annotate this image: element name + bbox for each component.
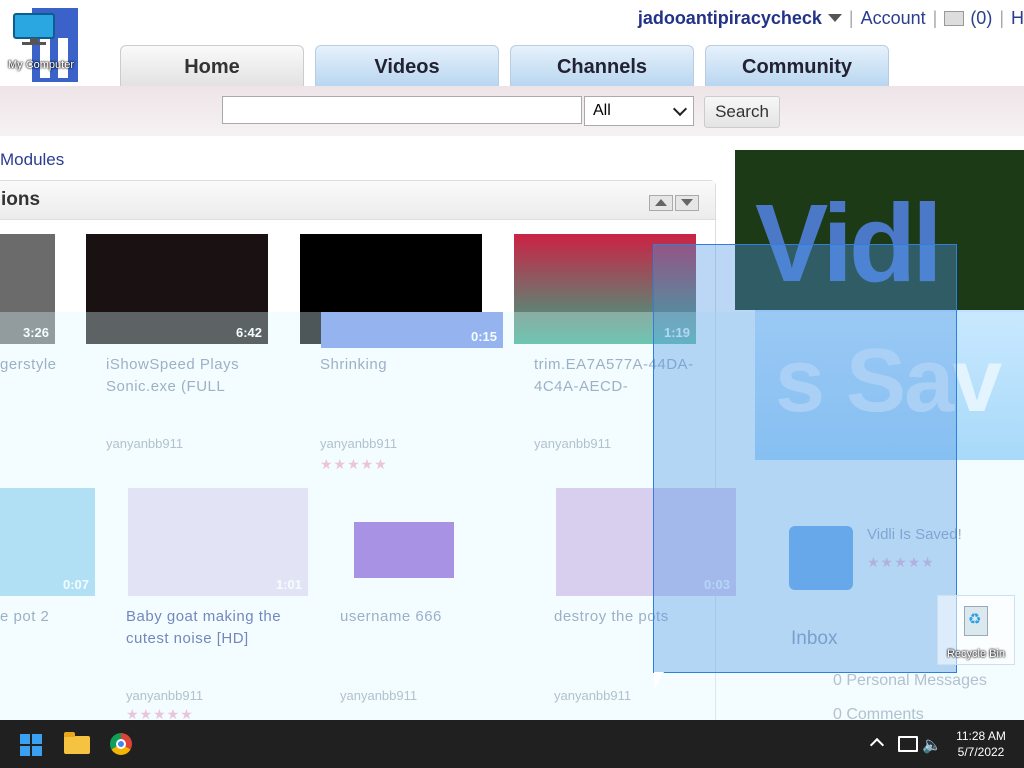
search-input[interactable] xyxy=(222,96,582,124)
personal-messages-link[interactable]: 0 Personal Messages xyxy=(833,672,987,690)
video-thumbnail[interactable]: 6:42 xyxy=(86,234,268,344)
arrow-up-icon xyxy=(655,199,667,206)
recycle-bin-label: Recycle Bin xyxy=(946,648,1006,660)
mail-icon[interactable] xyxy=(944,10,965,26)
username-link[interactable]: jadooantipiracycheck xyxy=(638,8,822,29)
recycle-bin-desktop-icon[interactable]: ♻ Recycle Bin xyxy=(937,595,1015,665)
modules-link[interactable]: Modules xyxy=(0,150,64,170)
video-thumbnail[interactable]: 0:07 xyxy=(0,488,95,596)
my-computer-label: My Computer xyxy=(7,59,75,71)
file-explorer-icon[interactable] xyxy=(64,732,90,754)
chevron-down-icon[interactable] xyxy=(827,14,842,22)
account-link[interactable]: Account xyxy=(861,8,926,29)
video-uploader-link[interactable]: yanyanbb911 xyxy=(534,436,611,451)
video-title-link[interactable]: Shrinking xyxy=(320,354,510,376)
system-clock[interactable]: 11:28 AM 5/7/2022 xyxy=(948,728,1014,760)
recycle-arrows-icon: ♻ xyxy=(968,611,982,628)
video-uploader-link[interactable]: yanyanbb911 xyxy=(340,688,417,703)
collapse-up-button[interactable] xyxy=(649,195,673,211)
video-thumbnail-bar: 0:15 xyxy=(321,312,503,348)
search-scope-value: All xyxy=(593,102,611,119)
chevron-down-icon xyxy=(672,101,688,117)
tab-home[interactable]: Home xyxy=(120,45,304,87)
video-duration: 3:26 xyxy=(22,325,49,340)
windows-logo-icon xyxy=(20,734,30,744)
video-uploader-link[interactable]: yanyanbb911 xyxy=(126,688,203,703)
video-thumbnail[interactable]: 1:01 xyxy=(128,488,308,596)
user-bar: jadooantipiracycheck | Account | (0) | H xyxy=(638,6,1024,30)
video-duration: 1:01 xyxy=(275,577,302,592)
search-bar: All Search xyxy=(0,86,1024,136)
video-title-link[interactable]: Baby goat making the cutest noise [HD] xyxy=(126,606,316,650)
collapse-down-button[interactable] xyxy=(675,195,699,211)
main-nav: Home Videos Channels Community xyxy=(120,45,889,87)
inbox-count[interactable]: (0) xyxy=(970,8,992,29)
search-scope-select[interactable]: All xyxy=(584,96,694,126)
rating-stars: ★★★★★ xyxy=(320,456,388,472)
video-uploader-link[interactable]: yanyanbb911 xyxy=(554,688,631,703)
video-title-link[interactable]: username 666 xyxy=(340,606,530,628)
comments-link[interactable]: 0 Comments xyxy=(833,706,924,720)
video-title-link[interactable]: iShowSpeed Plays Sonic.exe (FULL xyxy=(106,354,286,398)
chevron-up-icon[interactable] xyxy=(869,737,885,753)
chrome-icon[interactable] xyxy=(110,733,132,755)
help-link[interactable]: H xyxy=(1011,8,1024,29)
arrow-down-icon xyxy=(681,199,693,206)
mouse-cursor-icon xyxy=(654,672,664,690)
tab-videos[interactable]: Videos xyxy=(315,45,499,87)
windows-logo-icon xyxy=(32,734,42,744)
panel-header xyxy=(0,181,715,220)
clock-date: 5/7/2022 xyxy=(957,745,1005,759)
rating-stars: ★★★★★ xyxy=(126,706,194,720)
video-uploader-link[interactable]: yanyanbb911 xyxy=(320,436,397,451)
clock-time: 11:28 AM xyxy=(956,729,1006,743)
video-duration: 6:42 xyxy=(235,325,262,340)
video-thumbnail[interactable]: 3:26 xyxy=(0,234,55,344)
monitor-icon xyxy=(13,13,55,45)
start-button[interactable] xyxy=(20,734,42,756)
my-computer-desktop-icon[interactable]: My Computer xyxy=(2,8,98,82)
panel-title: ions xyxy=(1,189,41,210)
separator: | xyxy=(999,7,1004,28)
browser-page: jadooantipiracycheck | Account | (0) | H… xyxy=(0,0,1024,720)
windows-logo-icon xyxy=(20,746,30,756)
tab-community[interactable]: Community xyxy=(705,45,889,87)
taskbar: 🔈 11:28 AM 5/7/2022 xyxy=(0,720,1024,768)
video-uploader-link[interactable]: yanyanbb911 xyxy=(106,436,183,451)
tab-channels[interactable]: Channels xyxy=(510,45,694,87)
drag-selection-rectangle xyxy=(653,244,957,673)
separator: | xyxy=(932,7,938,28)
video-thumbnail[interactable] xyxy=(354,522,454,578)
video-duration: 0:15 xyxy=(470,329,497,344)
network-icon[interactable] xyxy=(898,736,918,752)
volume-icon[interactable]: 🔈 xyxy=(922,735,942,755)
video-duration: 0:07 xyxy=(62,577,89,592)
search-button[interactable]: Search xyxy=(704,96,780,128)
windows-logo-icon xyxy=(32,746,42,756)
site-logo-dot xyxy=(88,18,98,30)
separator: | xyxy=(848,7,854,28)
